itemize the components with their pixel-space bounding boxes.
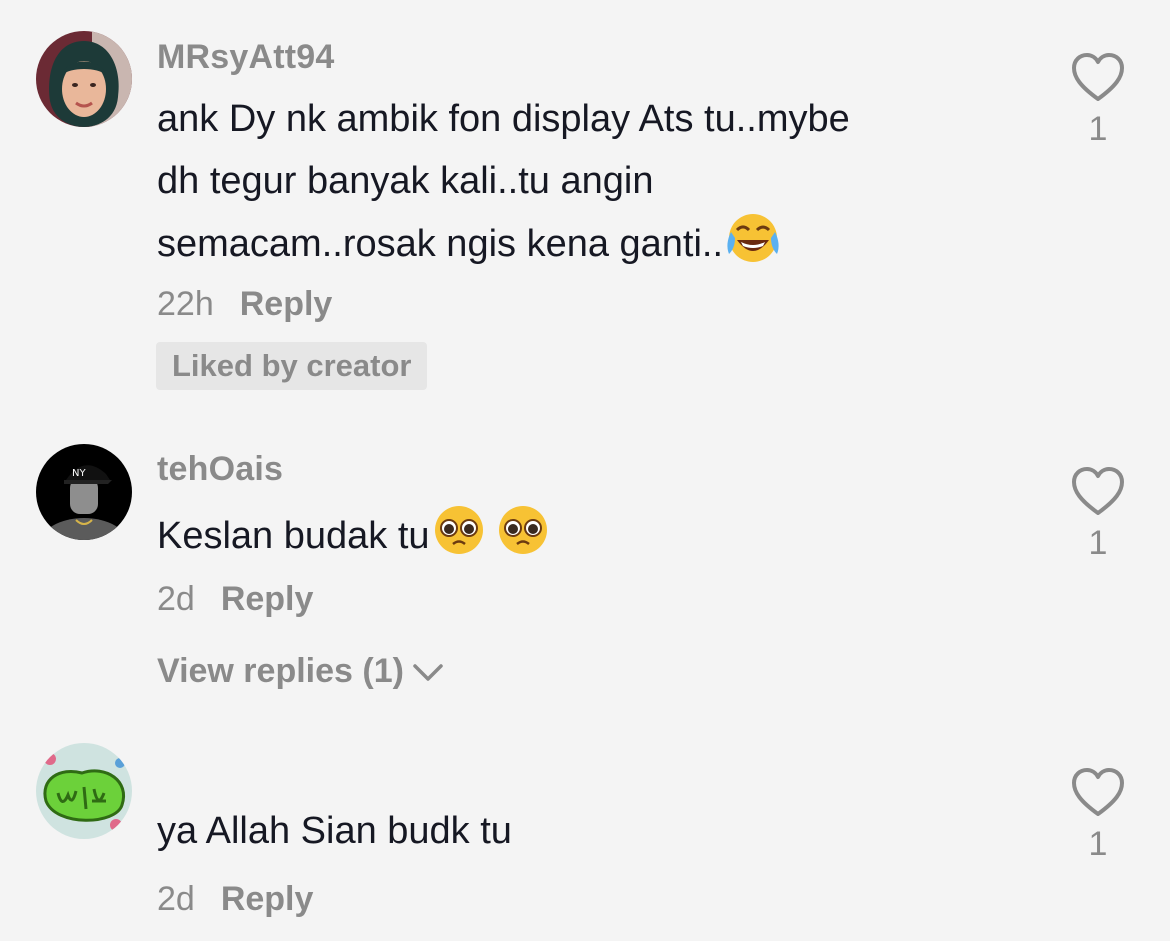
timestamp: 2d <box>157 880 195 918</box>
like-count: 1 <box>1088 110 1108 148</box>
view-replies-label: View replies (1) <box>157 652 404 690</box>
username[interactable]: MRsyAtt94 <box>157 38 335 77</box>
comment-text: ank Dy nk ambik fon display Ats tu..mybe… <box>157 88 997 283</box>
like-button[interactable]: 1 <box>1068 466 1128 563</box>
avatar[interactable] <box>36 743 132 839</box>
comment-body: Keslan budak tu <box>157 515 430 557</box>
comment-item: ya Allah Sian budk tu 2d Reply 1 <box>0 730 1170 941</box>
comment-meta: 22h Reply <box>157 285 332 324</box>
reply-button[interactable]: Reply <box>221 580 314 618</box>
heart-outline-icon[interactable] <box>1070 52 1126 104</box>
avatar[interactable]: NY <box>36 444 132 540</box>
timestamp: 22h <box>157 285 214 323</box>
comment-item: NY tehOais Keslan budak tu 2d Reply View … <box>0 420 1170 730</box>
reply-button[interactable]: Reply <box>221 880 314 918</box>
timestamp: 2d <box>157 580 195 618</box>
comment-item: MRsyAtt94 ank Dy nk ambik fon display At… <box>0 0 1170 420</box>
heart-outline-icon[interactable] <box>1070 767 1126 819</box>
face-with-tears-of-joy-icon <box>725 212 781 283</box>
comment-text: Keslan budak tu <box>157 504 997 575</box>
pleading-face-icon <box>496 504 550 575</box>
reply-button[interactable]: Reply <box>240 285 333 323</box>
pleading-face-icon <box>432 504 486 575</box>
username[interactable]: tehOais <box>157 450 283 489</box>
like-button[interactable]: 1 <box>1068 52 1128 149</box>
view-replies-button[interactable]: View replies (1) <box>157 652 444 691</box>
comment-text: ya Allah Sian budk tu <box>157 800 997 862</box>
svg-text:NY: NY <box>72 468 86 479</box>
like-count: 1 <box>1088 524 1108 562</box>
comment-body: ya Allah Sian budk tu <box>157 810 512 852</box>
like-button[interactable]: 1 <box>1068 767 1128 864</box>
avatar[interactable] <box>36 31 132 127</box>
comment-meta: 2d Reply <box>157 580 313 619</box>
comment-meta: 2d Reply <box>157 880 313 919</box>
like-count: 1 <box>1088 825 1108 863</box>
liked-by-creator-badge: Liked by creator <box>156 342 428 390</box>
heart-outline-icon[interactable] <box>1070 466 1126 518</box>
chevron-down-icon <box>413 664 443 681</box>
